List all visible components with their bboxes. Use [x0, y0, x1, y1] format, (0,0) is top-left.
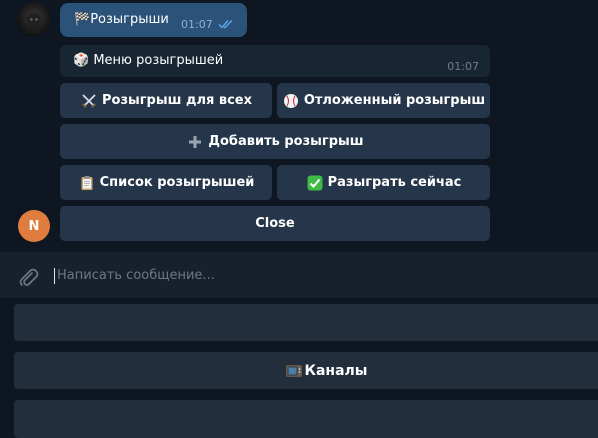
- user-avatar-initial: N: [28, 218, 40, 234]
- add-giveaway-button[interactable]: Добавить розыгрыш: [60, 124, 490, 159]
- message-time: 01:07: [447, 60, 479, 73]
- giveaway-all-button[interactable]: Розыгрыш для всех: [60, 83, 272, 118]
- chat-area: 🏁Розыгрыши 01:07 🎲 Меню розыгрышей 01:07…: [0, 0, 598, 252]
- outgoing-message-text: Розыгрыши: [90, 12, 169, 27]
- die-icon: 🎲: [73, 53, 90, 68]
- message-input[interactable]: [57, 264, 577, 286]
- channels-label: Каналы: [304, 362, 368, 379]
- crossed-swords-icon: [80, 92, 98, 110]
- checkered-flag-icon: 🏁: [74, 12, 91, 27]
- reply-keyboard: Каналы: [0, 298, 598, 438]
- add-giveaway-label: Добавить розыгрыш: [208, 134, 364, 149]
- draw-now-button[interactable]: Разыграть сейчас: [277, 165, 490, 200]
- paperclip-icon[interactable]: [17, 266, 39, 292]
- outgoing-message[interactable]: 🏁Розыгрыши 01:07: [60, 3, 247, 37]
- close-label: Close: [255, 216, 295, 231]
- clipboard-icon: [78, 174, 96, 192]
- close-button[interactable]: Close: [60, 206, 490, 241]
- check-mark-icon: [306, 174, 324, 192]
- giveaway-list-button[interactable]: Список розыгрышей: [60, 165, 272, 200]
- television-icon: [285, 362, 303, 380]
- message-composer: [0, 252, 598, 298]
- delayed-giveaway-label: Отложенный розыгрыш: [303, 93, 486, 108]
- message-time: 01:07: [181, 18, 213, 31]
- plus-icon: [186, 133, 204, 151]
- delayed-giveaway-button[interactable]: Отложенный розыгрыш: [277, 83, 490, 118]
- bot-avatar[interactable]: [17, 2, 51, 36]
- bot-message[interactable]: 🎲 Меню розыгрышей 01:07: [60, 45, 490, 77]
- text-cursor: [54, 268, 55, 284]
- channels-button[interactable]: Каналы: [14, 352, 598, 389]
- bot-message-text: Меню розыгрышей: [93, 53, 224, 68]
- reply-button-1[interactable]: [14, 304, 598, 341]
- giveaway-list-label: Список розыгрышей: [99, 175, 255, 190]
- read-checkmarks-icon: [218, 20, 233, 29]
- user-avatar[interactable]: N: [18, 210, 50, 242]
- baseball-icon: [282, 92, 300, 110]
- draw-now-label: Разыграть сейчас: [327, 175, 462, 190]
- giveaway-all-label: Розыгрыш для всех: [102, 93, 252, 108]
- bot-avatar-image: [25, 9, 43, 33]
- reply-button-3[interactable]: [14, 400, 598, 438]
